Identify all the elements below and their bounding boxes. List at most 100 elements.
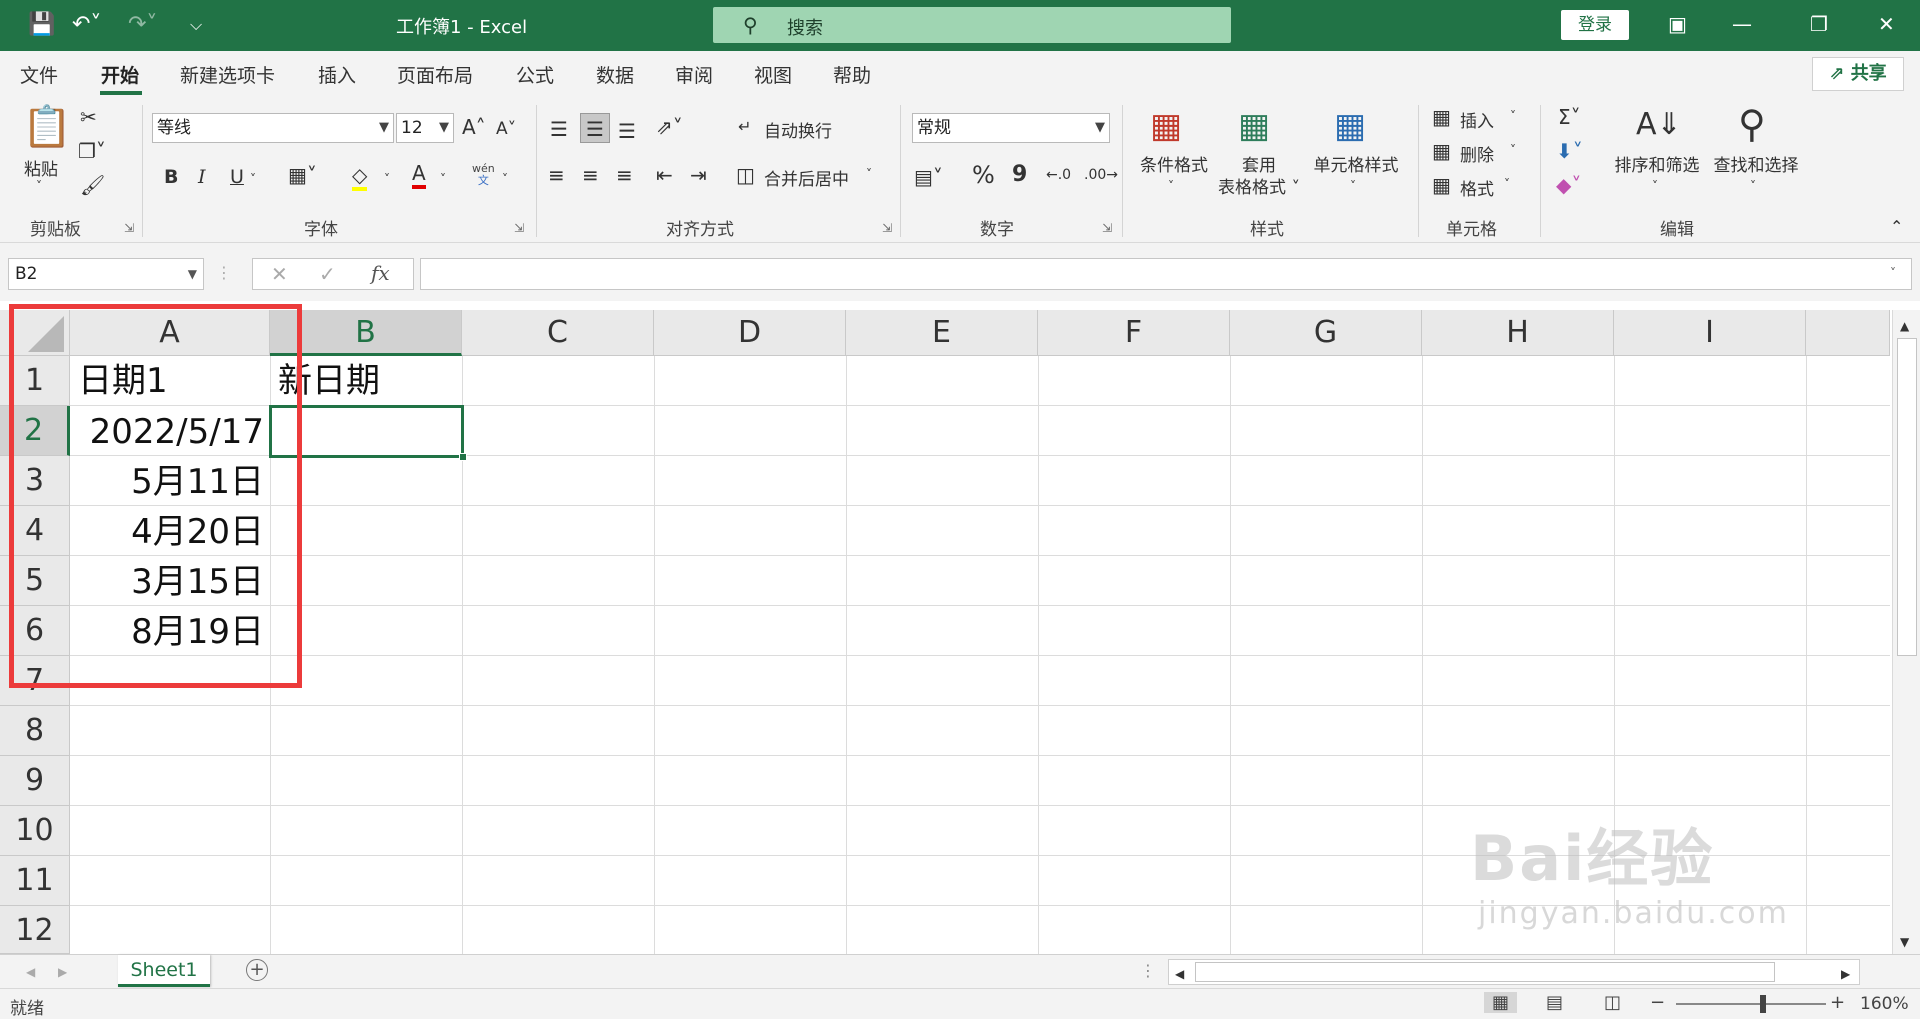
chevron-down-icon[interactable]: ˅ — [250, 167, 256, 191]
column-header-a[interactable]: A — [70, 310, 270, 356]
tab-data[interactable]: 数据 — [596, 61, 634, 88]
increase-indent-icon[interactable]: ⇥ — [690, 163, 707, 187]
italic-button[interactable]: I — [198, 165, 206, 189]
wrap-text-button[interactable]: 自动换行 — [764, 117, 832, 142]
sort-filter-button[interactable]: 排序和筛选 — [1612, 155, 1702, 177]
row-header-12[interactable]: 12 — [0, 906, 70, 954]
chevron-down-icon[interactable]: ˅ — [1750, 179, 1756, 193]
name-box[interactable]: B2 ▼ — [8, 258, 204, 290]
share-button[interactable]: ⇗ 共享 — [1812, 57, 1904, 91]
chevron-down-icon[interactable]: ˅ — [1510, 109, 1516, 123]
horizontal-scrollbar[interactable]: ◀ ▶ — [1168, 959, 1860, 985]
restore-icon[interactable]: ❐ — [1810, 12, 1828, 36]
decrease-indent-icon[interactable]: ⇤ — [656, 163, 673, 187]
minimize-icon[interactable]: — — [1732, 12, 1752, 36]
font-name-select[interactable]: 等线 ▼ — [152, 113, 394, 143]
cell-styles-button[interactable]: 单元格样式 — [1306, 155, 1406, 177]
chevron-down-icon[interactable]: ˅ — [440, 167, 446, 191]
sheet-tab-sheet1[interactable]: Sheet1 — [118, 955, 210, 987]
tab-view[interactable]: 视图 — [754, 61, 792, 88]
increase-font-icon[interactable]: A˄ — [462, 115, 486, 139]
format-as-table-button[interactable]: 套用 表格格式 ˅ — [1214, 155, 1304, 199]
zoom-slider-thumb[interactable] — [1760, 995, 1766, 1013]
normal-view-icon[interactable]: ▦ — [1484, 992, 1518, 1013]
tab-home[interactable]: 开始 — [101, 61, 139, 88]
chevron-down-icon[interactable]: ˅ — [384, 167, 390, 191]
tab-insert[interactable]: 插入 — [318, 61, 356, 88]
redo-icon[interactable]: ↷˅ — [128, 12, 157, 38]
tab-help[interactable]: 帮助 — [833, 61, 871, 88]
page-break-view-icon[interactable]: ◫ — [1604, 992, 1621, 1013]
column-header-b[interactable]: B — [270, 310, 462, 356]
find-select-button[interactable]: 查找和选择 — [1708, 155, 1804, 177]
align-top-icon[interactable]: ☰ — [550, 117, 568, 141]
orientation-icon[interactable]: ⇗˅ — [656, 115, 683, 139]
format-cells-icon[interactable]: ▦ — [1432, 173, 1451, 197]
border-icon[interactable]: ▦˅ — [288, 163, 317, 187]
scroll-left-icon[interactable]: ◀ — [1175, 962, 1184, 986]
align-center-icon[interactable]: ≡ — [582, 163, 599, 187]
undo-icon[interactable]: ↶˅ — [72, 12, 101, 38]
tab-review[interactable]: 审阅 — [675, 61, 713, 88]
insert-cells-button[interactable]: 插入 — [1460, 107, 1494, 132]
tab-file[interactable]: 文件 — [20, 61, 58, 88]
scroll-down-icon[interactable]: ▼ — [1900, 930, 1909, 954]
row-header-8[interactable]: 8 — [0, 706, 70, 756]
format-as-table-icon[interactable]: ▦ — [1238, 107, 1270, 145]
select-all-corner[interactable] — [0, 310, 70, 356]
number-launcher-icon[interactable]: ⇲ — [1102, 221, 1112, 235]
wrap-text-icon[interactable]: ↵ — [738, 115, 751, 139]
chevron-down-icon[interactable]: ˅ — [502, 167, 508, 191]
tab-page-layout[interactable]: 页面布局 — [397, 61, 473, 88]
cell-a4[interactable]: 4月20日 — [72, 506, 270, 556]
alignment-launcher-icon[interactable]: ⇲ — [882, 221, 892, 235]
font-color-icon[interactable]: A — [412, 161, 426, 189]
chevron-down-icon[interactable]: ˅ — [1168, 179, 1174, 193]
fill-icon[interactable]: ⬇˅ — [1556, 139, 1583, 163]
sort-filter-icon[interactable]: A⇓ — [1636, 107, 1682, 143]
row-header-4[interactable]: 4 — [0, 506, 70, 556]
font-size-select[interactable]: 12 ▼ — [396, 113, 454, 143]
formula-input[interactable] — [420, 258, 1912, 290]
row-header-9[interactable]: 9 — [0, 756, 70, 806]
underline-button[interactable]: U — [230, 165, 244, 189]
page-layout-view-icon[interactable]: ▤ — [1546, 992, 1563, 1013]
copy-icon[interactable]: ❐˅ — [78, 139, 106, 163]
decrease-font-icon[interactable]: A˅ — [496, 117, 516, 141]
conditional-formatting-icon[interactable]: ▦ — [1150, 107, 1182, 145]
row-header-1[interactable]: 1 — [0, 356, 70, 406]
cell-a2[interactable]: 2022/5/17 — [72, 406, 270, 456]
merge-center-icon[interactable]: ◫ — [736, 163, 755, 187]
row-header-3[interactable]: 3 — [0, 456, 70, 506]
autosum-icon[interactable]: Σ˅ — [1558, 105, 1581, 129]
delete-cells-icon[interactable]: ▦ — [1432, 139, 1451, 163]
phonetic-icon[interactable]: wén 文 — [472, 163, 495, 187]
insert-function-button[interactable]: fx — [371, 261, 390, 285]
comma-button[interactable]: 9 — [1012, 163, 1027, 187]
chevron-down-icon[interactable]: ˅ — [1350, 179, 1356, 193]
chevron-down-icon[interactable]: ˅ — [866, 167, 872, 181]
cell-b1[interactable]: 新日期 — [272, 356, 462, 406]
merge-center-button[interactable]: 合并后居中 — [764, 165, 849, 190]
paste-dropdown-icon[interactable]: ˅ — [36, 179, 42, 193]
fill-color-icon[interactable]: ◇ — [352, 163, 368, 191]
enter-icon[interactable]: ✓ — [319, 262, 336, 286]
tab-formulas[interactable]: 公式 — [516, 61, 554, 88]
login-button[interactable]: 登录 — [1561, 10, 1629, 40]
column-header-i[interactable]: I — [1614, 310, 1806, 356]
expand-formula-icon[interactable]: ˅ — [1890, 261, 1896, 285]
cell-a6[interactable]: 8月19日 — [72, 606, 270, 656]
scroll-up-icon[interactable]: ▲ — [1900, 314, 1909, 338]
save-icon[interactable]: 💾 — [28, 12, 55, 38]
cancel-icon[interactable]: ✕ — [271, 262, 288, 286]
row-header-5[interactable]: 5 — [0, 556, 70, 606]
number-format-select[interactable]: 常规 ▼ — [912, 113, 1110, 143]
zoom-slider[interactable] — [1676, 1003, 1826, 1005]
search-box[interactable]: ⚲ 搜索 — [713, 7, 1231, 43]
column-header-c[interactable]: C — [462, 310, 654, 356]
insert-cells-icon[interactable]: ▦ — [1432, 105, 1451, 129]
collapse-ribbon-icon[interactable]: ⌃ — [1890, 215, 1903, 239]
align-left-icon[interactable]: ≡ — [548, 163, 565, 187]
cell-a3[interactable]: 5月11日 — [72, 456, 270, 506]
find-select-icon[interactable]: ⚲ — [1738, 103, 1766, 145]
